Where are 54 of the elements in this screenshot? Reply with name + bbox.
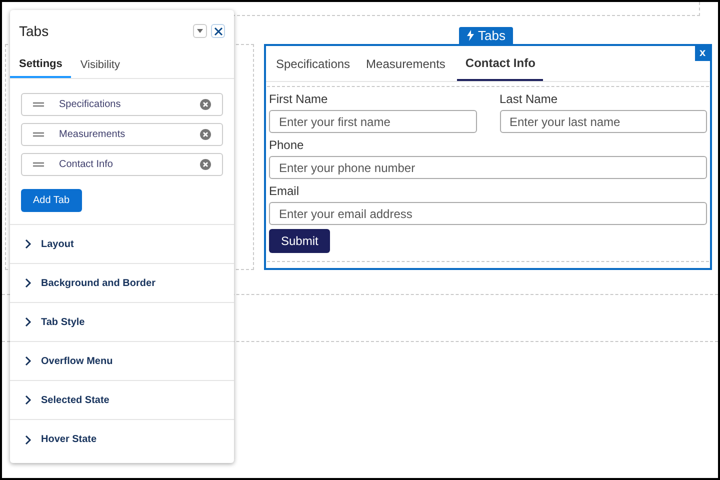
remove-icon[interactable] [200,99,211,110]
tab-item[interactable]: Contact Info [21,153,223,176]
submit-button[interactable]: Submit [269,229,330,253]
close-icon [214,26,222,36]
section-label: Layout [41,238,74,252]
tabs-badge: Tabs [459,27,514,44]
input-field[interactable]: Enter your last name [500,110,707,133]
tab-item-label: Contact Info [59,158,114,172]
field-label: Last Name [500,91,559,108]
tab-item-label: Specifications [59,98,122,112]
tab-item-label: Measurements [59,128,126,142]
chevron-icon [24,278,32,288]
chevron-icon [24,395,32,405]
tab-item[interactable]: Specifications [21,93,223,116]
field-label: Email [269,183,300,200]
add-tab-button[interactable]: Add Tab [21,189,82,212]
section-label: Overflow Menu [41,354,113,368]
panel-title: Tabs [19,22,49,40]
field-label: Phone [269,137,305,154]
drag-handle-icon[interactable] [33,102,44,107]
tab[interactable]: Settings [10,52,72,78]
drag-handle-icon[interactable] [33,162,44,167]
accordion-section[interactable]: Hover State [10,420,234,459]
tab[interactable]: Visibility [71,52,129,78]
section-label: Selected State [41,394,110,408]
accordion-section[interactable]: Layout [10,225,234,264]
caret-icon [197,29,203,33]
close-button[interactable]: x [695,46,710,61]
accordion-section[interactable]: Tab Style [10,303,234,342]
section-label: Tab Style [41,316,85,330]
tab-item[interactable]: Measurements [21,123,223,146]
drag-handle-icon[interactable] [33,132,44,137]
tab[interactable]: Contact Info [457,46,544,81]
close-button[interactable] [211,24,225,38]
tab[interactable]: Specifications [268,46,358,81]
accordion-section[interactable]: Selected State [10,381,234,420]
tabs-widget[interactable]: x Specifications Measurements Contact Info First Name Enter your first name Last Name Enter your last name Phone Enter your phone number Email Enter your email address Submit [264,44,712,270]
chevron-icon [24,239,32,249]
remove-icon[interactable] [200,129,211,140]
dropdown-button[interactable] [193,24,207,38]
field-label: First Name [269,91,329,108]
input-field[interactable]: Enter your first name [269,110,476,133]
chevron-icon [24,356,32,366]
accordion-section[interactable]: Overflow Menu [10,342,234,381]
accordion-section[interactable]: Background and Border [10,264,234,303]
chevron-icon [24,434,32,444]
tab[interactable]: Measurements [358,46,454,81]
section-label: Hover State [41,433,97,447]
input-field[interactable]: Enter your email address [269,202,707,225]
section-label: Background and Border [41,276,156,290]
remove-icon[interactable] [200,159,211,170]
lightning-icon [467,30,474,41]
chevron-icon [24,317,32,327]
input-field[interactable]: Enter your phone number [269,156,707,179]
